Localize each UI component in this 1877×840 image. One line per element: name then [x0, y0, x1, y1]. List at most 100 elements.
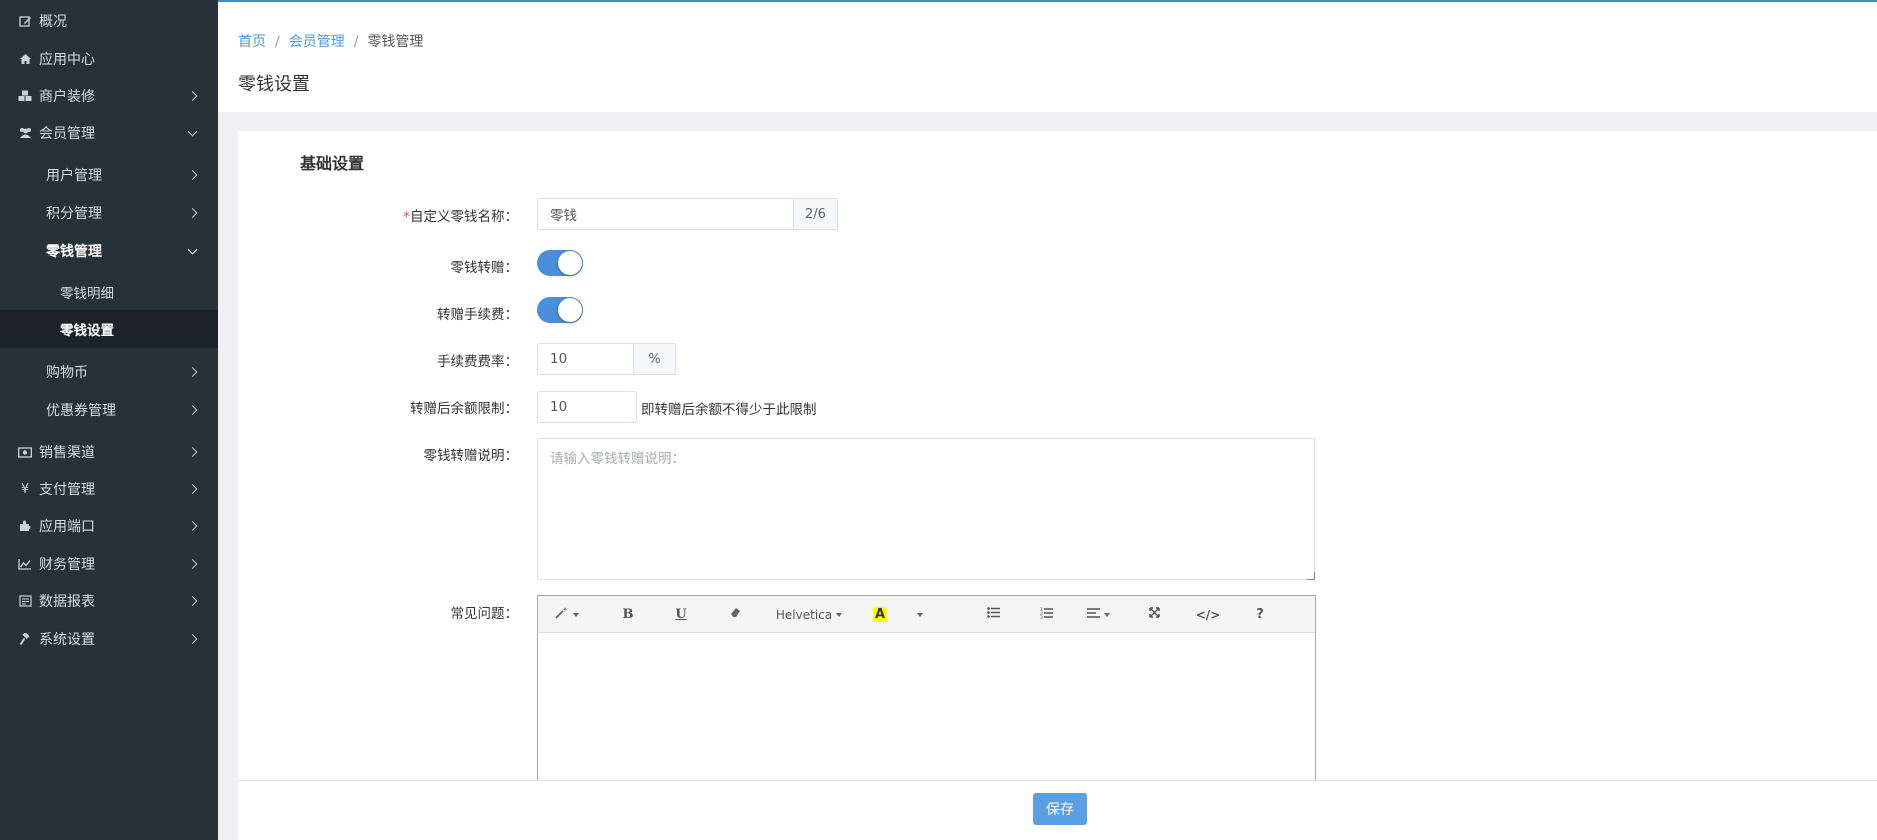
limit-hint: 即转赠后余额不得少于此限制: [641, 402, 817, 418]
chevron-right-icon: [187, 634, 198, 644]
sidebar-item-sales-channel[interactable]: 销售渠道: [0, 433, 218, 471]
rate-label: 手续费费率：: [437, 354, 518, 370]
svg-text:3: 3: [1040, 615, 1043, 619]
sidebar-item-label: 概况: [39, 14, 67, 30]
sidebar-item-app-port[interactable]: 应用端口: [0, 507, 218, 545]
align-dropdown-button[interactable]: [1078, 596, 1118, 633]
sidebar-item-label: 优惠券管理: [46, 403, 116, 419]
percent-addon: %: [633, 344, 675, 374]
sidebar-item-change-mgmt[interactable]: 零钱管理: [0, 232, 218, 270]
color-dropdown-button[interactable]: [908, 596, 932, 633]
name-label: *自定义零钱名称：: [403, 209, 518, 225]
sidebar-item-points-mgmt[interactable]: 积分管理: [0, 194, 218, 232]
char-count: 2/6: [793, 199, 837, 229]
sidebar-item-label: 应用中心: [39, 52, 95, 68]
sidebar-item-data-report[interactable]: 数据报表: [0, 582, 218, 620]
sidebar-item-overview[interactable]: 概况: [0, 2, 218, 40]
sidebar-item-label: 应用端口: [39, 519, 95, 535]
font-family-dropdown[interactable]: Helvetica: [768, 596, 850, 633]
resize-grip-icon[interactable]: [1307, 572, 1315, 580]
transfer-toggle[interactable]: [537, 250, 583, 276]
sidebar-item-label: 零钱设置: [60, 323, 114, 339]
sidebar-item-label: 会员管理: [39, 126, 95, 142]
underline-button[interactable]: U: [663, 596, 699, 633]
line-chart-icon: [17, 557, 33, 571]
section-title: 基础设置: [300, 154, 365, 173]
home-icon: [17, 52, 33, 66]
editor-toolbar: B U Helvetica A 123 </> ?: [538, 596, 1315, 633]
fullscreen-button[interactable]: [1136, 596, 1172, 633]
fee-rate-input[interactable]: [538, 344, 633, 374]
sidebar-item-payment-mgmt[interactable]: ¥ 支付管理: [0, 470, 218, 508]
highlight-icon: A: [872, 607, 888, 622]
sidebar-item-finance-mgmt[interactable]: 财务管理: [0, 545, 218, 583]
sidebar-item-label: 支付管理: [39, 482, 95, 498]
breadcrumb-members-link[interactable]: 会员管理: [289, 34, 345, 50]
yen-icon: ¥: [20, 481, 30, 497]
sidebar-item-change-detail[interactable]: 零钱明细: [0, 273, 218, 311]
sidebar-item-label: 商户装修: [39, 89, 95, 105]
required-mark: *: [403, 209, 410, 225]
eraser-button[interactable]: [717, 596, 753, 633]
sidebar-item-app-center[interactable]: 应用中心: [0, 40, 218, 78]
settings-card: 基础设置 *自定义零钱名称： 2/6 零钱转赠： 转赠手续费： 手续费费率： %…: [238, 131, 1877, 840]
chevron-right-icon: [187, 559, 198, 569]
list-ul-icon: [986, 607, 1000, 622]
toggle-knob: [558, 251, 582, 275]
puzzle-icon: [17, 519, 33, 533]
help-button[interactable]: ?: [1242, 596, 1278, 633]
ordered-list-button[interactable]: 123: [1028, 596, 1064, 633]
highlight-color-button[interactable]: A: [862, 596, 898, 633]
transfer-description-textarea[interactable]: 请输入零钱转赠说明：: [537, 438, 1315, 580]
sidebar-item-system-settings[interactable]: 系统设置: [0, 620, 218, 658]
limit-label: 转赠后余额限制：: [410, 401, 518, 417]
chevron-right-icon: [187, 484, 198, 494]
chevron-right-icon: [187, 405, 198, 415]
name-input-group: 2/6: [537, 198, 838, 230]
page-title: 零钱设置: [238, 74, 310, 95]
limit-input-group: [537, 391, 733, 423]
sidebar-item-coupon-mgmt[interactable]: 优惠券管理: [0, 391, 218, 429]
chevron-right-icon: [187, 521, 198, 531]
chevron-right-icon: [187, 367, 198, 377]
sidebar-item-member-mgmt[interactable]: 会员管理: [0, 114, 218, 152]
code-view-button[interactable]: </>: [1188, 596, 1228, 633]
money-icon: [17, 445, 33, 459]
magic-wand-icon: [554, 606, 569, 623]
transfer-label: 零钱转赠：: [450, 260, 519, 276]
chevron-right-icon: [187, 208, 198, 218]
chevron-right-icon: [187, 447, 198, 457]
chevron-down-icon: [187, 126, 198, 137]
footer-bar: 保存: [238, 780, 1877, 840]
sidebar-item-label: 系统设置: [39, 632, 95, 648]
sidebar-item-label: 零钱明细: [60, 286, 114, 302]
bold-button[interactable]: B: [610, 596, 646, 633]
sidebar-item-shopping-coin[interactable]: 购物币: [0, 353, 218, 391]
breadcrumb-separator: /: [353, 34, 359, 50]
unordered-list-button[interactable]: [975, 596, 1011, 633]
sidebar-item-label: 零钱管理: [46, 244, 102, 260]
magic-wand-button[interactable]: [546, 596, 586, 633]
breadcrumb-home-link[interactable]: 首页: [238, 34, 266, 50]
change-name-input[interactable]: [538, 199, 793, 229]
sidebar: 概况 应用中心 商户装修 会员管理 用户管理 积分管理 零钱管理 零钱明细 零钱…: [0, 0, 218, 840]
gavel-icon: [17, 632, 33, 646]
breadcrumb: 首页 / 会员管理 / 零钱管理: [238, 31, 423, 51]
align-left-icon: [1086, 607, 1100, 622]
chevron-right-icon: [187, 91, 198, 101]
edit-icon: [17, 14, 33, 28]
toggle-knob: [558, 298, 582, 322]
desc-label: 零钱转赠说明：: [423, 448, 519, 464]
eraser-icon: [730, 607, 741, 622]
cubes-icon: [17, 89, 33, 103]
sidebar-item-user-mgmt[interactable]: 用户管理: [0, 156, 218, 194]
users-icon: [17, 126, 33, 140]
rate-input-group: %: [537, 343, 676, 375]
fee-toggle[interactable]: [537, 297, 583, 323]
sidebar-item-label: 积分管理: [46, 206, 102, 222]
sidebar-item-change-settings[interactable]: 零钱设置: [0, 310, 218, 348]
save-button[interactable]: 保存: [1033, 793, 1087, 825]
sidebar-item-label: 购物币: [46, 365, 88, 381]
sidebar-item-merchant-decor[interactable]: 商户装修: [0, 77, 218, 115]
expand-icon: [1148, 607, 1160, 622]
